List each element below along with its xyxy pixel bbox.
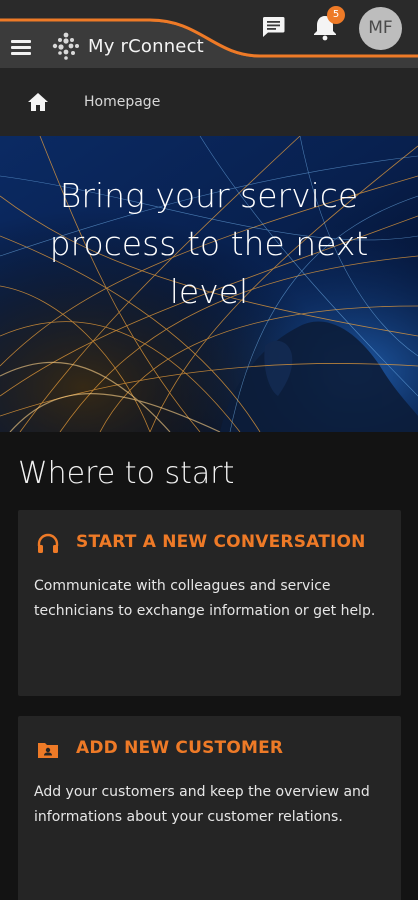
app-header: My rConnect 5 MF: [0, 0, 418, 68]
app-title: My rConnect: [88, 36, 204, 57]
section-title: Where to start: [18, 456, 235, 491]
headset-icon: [37, 533, 59, 553]
hero-banner: Bring your service process to the next l…: [0, 136, 418, 432]
chat-bubble-icon[interactable]: [260, 15, 286, 39]
home-icon[interactable]: [27, 92, 49, 112]
avatar[interactable]: MF: [359, 7, 402, 50]
card-description: Communicate with colleagues and service …: [34, 578, 376, 619]
add-customer-card[interactable]: ADD NEW CUSTOMER Add your customers and …: [18, 716, 401, 900]
hero-title: Bring your service process to the next l…: [49, 176, 369, 311]
card-title: ADD NEW CUSTOMER: [76, 738, 284, 758]
card-title: START A NEW CONVERSATION: [76, 532, 366, 552]
notification-badge: 5: [327, 6, 345, 24]
breadcrumb: Homepage: [0, 68, 418, 136]
breadcrumb-current: Homepage: [84, 94, 161, 110]
rconnect-logo-icon: [52, 32, 79, 60]
start-conversation-card[interactable]: START A NEW CONVERSATION Communicate wit…: [18, 510, 401, 696]
card-description: Add your customers and keep the overview…: [34, 784, 370, 825]
folder-person-icon: [38, 743, 58, 758]
hamburger-menu-icon[interactable]: [11, 38, 33, 56]
